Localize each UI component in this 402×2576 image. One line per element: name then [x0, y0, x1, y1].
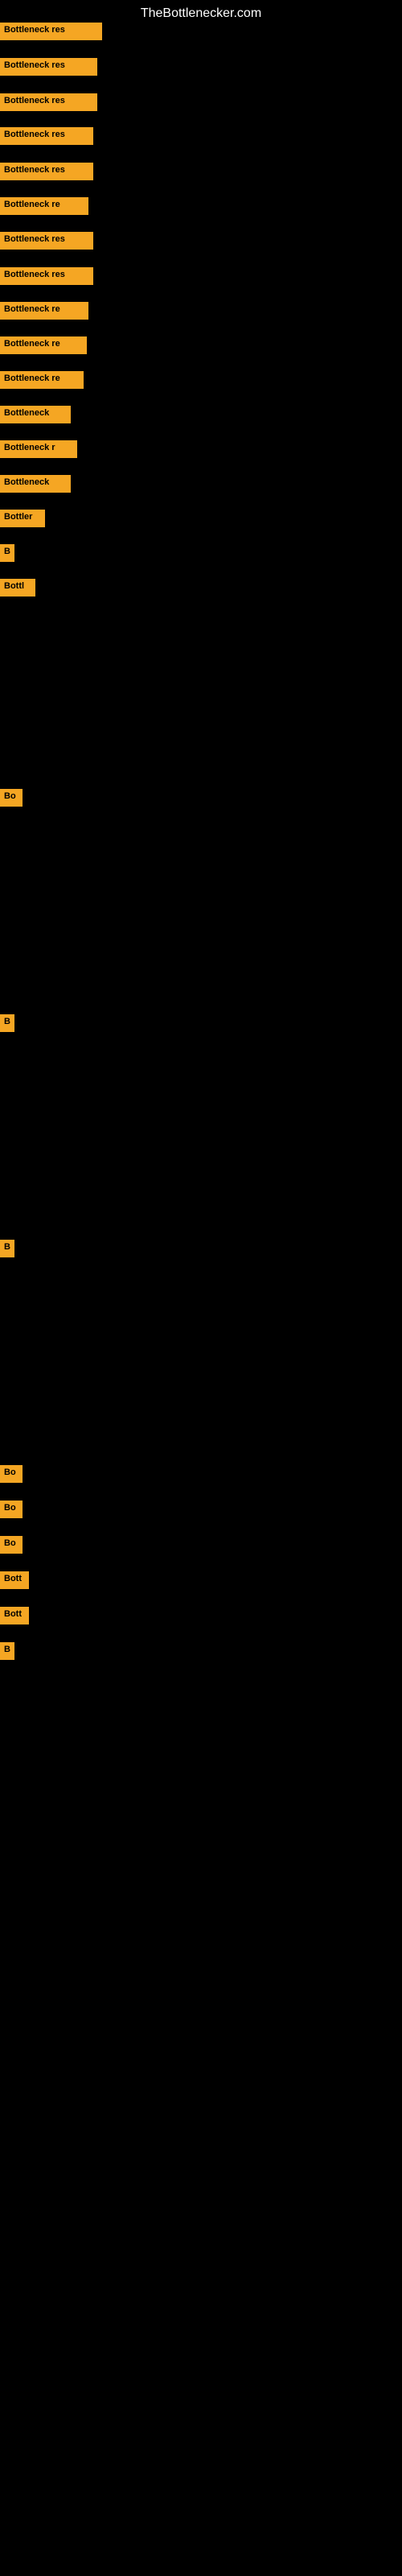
- bottleneck-label-23: Bott: [0, 1571, 29, 1589]
- bottleneck-label-2: Bottleneck res: [0, 93, 97, 111]
- bottleneck-label-1: Bottleneck res: [0, 58, 97, 76]
- bottleneck-label-18: B: [0, 1014, 14, 1032]
- bottleneck-label-9: Bottleneck re: [0, 336, 87, 354]
- bottleneck-label-15: B: [0, 544, 14, 562]
- bottleneck-label-25: B: [0, 1642, 14, 1660]
- bottleneck-label-19: B: [0, 1240, 14, 1257]
- bottleneck-label-13: Bottleneck: [0, 475, 71, 493]
- bottleneck-label-6: Bottleneck res: [0, 232, 93, 250]
- bottleneck-label-24: Bott: [0, 1607, 29, 1624]
- bottleneck-label-21: Bo: [0, 1501, 23, 1518]
- bottleneck-label-20: Bo: [0, 1465, 23, 1483]
- bottleneck-label-11: Bottleneck: [0, 406, 71, 423]
- bottleneck-label-7: Bottleneck res: [0, 267, 93, 285]
- bottleneck-label-5: Bottleneck re: [0, 197, 88, 215]
- bottleneck-label-4: Bottleneck res: [0, 163, 93, 180]
- bottleneck-label-16: Bottl: [0, 579, 35, 597]
- bottleneck-label-17: Bo: [0, 789, 23, 807]
- bottleneck-label-0: Bottleneck res: [0, 23, 102, 40]
- bottleneck-label-14: Bottler: [0, 510, 45, 527]
- bottleneck-label-22: Bo: [0, 1536, 23, 1554]
- bottleneck-label-10: Bottleneck re: [0, 371, 84, 389]
- bottleneck-label-12: Bottleneck r: [0, 440, 77, 458]
- bottleneck-label-3: Bottleneck res: [0, 127, 93, 145]
- bottleneck-label-8: Bottleneck re: [0, 302, 88, 320]
